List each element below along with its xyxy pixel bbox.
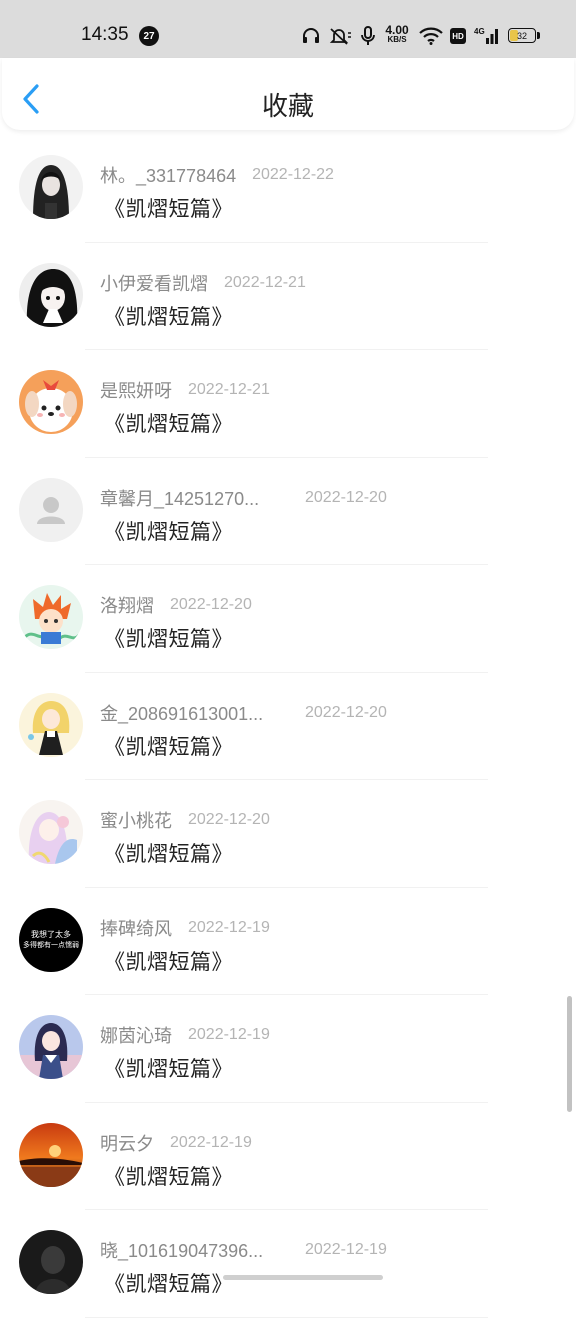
date: 2022-12-20 (305, 488, 387, 506)
item-meta: 金_208691613001... 2022-12-20 (100, 700, 387, 726)
content-title[interactable]: 《凯熠短篇》 (104, 301, 233, 331)
item-meta: 是熙妍呀 2022-12-21 (100, 377, 270, 403)
svg-text:4G: 4G (474, 27, 485, 36)
nav-bar: 收藏 (2, 58, 574, 130)
date: 2022-12-19 (170, 1133, 252, 1151)
avatar-sunset[interactable] (19, 1122, 83, 1187)
cellular-signal-icon: 4G (474, 26, 500, 46)
item-meta: 洛翔熠 2022-12-20 (100, 592, 252, 618)
user-name[interactable]: 章馨月_14251270... (100, 485, 289, 511)
date: 2022-12-20 (305, 703, 387, 721)
content-title[interactable]: 《凯熠短篇》 (104, 516, 233, 546)
avatar-anime-boy[interactable] (19, 585, 83, 649)
list-item[interactable]: 娜茵沁琦 2022-12-19 《凯熠短篇》 (0, 995, 576, 1103)
notification-count-badge: 27 (139, 26, 159, 46)
user-name[interactable]: 洛翔熠 (100, 592, 154, 618)
date: 2022-12-20 (188, 811, 270, 828)
list-item[interactable]: 晓_101619047396... 2022-12-19 《凯熠短篇》 (0, 1210, 576, 1318)
date: 2022-12-20 (170, 596, 252, 613)
item-meta: 蜜小桃花 2022-12-20 (100, 807, 270, 833)
content-title[interactable]: 《凯熠短篇》 (104, 193, 233, 223)
net-speed-value: 4.00 (385, 23, 409, 37)
list-item[interactable]: 我想了太多 多得都有一点懦弱 捧碑绮风 2022-12-19 《凯熠短篇》 (0, 888, 576, 996)
wifi-icon (419, 26, 443, 46)
avatar-girl-bw[interactable] (19, 155, 83, 219)
list-item[interactable]: 林。_331778464 2022-12-22 《凯熠短篇》 (0, 135, 576, 243)
list-item[interactable]: 金_208691613001... 2022-12-20 《凯熠短篇》 (0, 673, 576, 781)
item-meta: 晓_101619047396... 2022-12-19 (100, 1237, 387, 1263)
user-name[interactable]: 蜜小桃花 (100, 807, 172, 833)
content-title[interactable]: 《凯熠短篇》 (104, 946, 233, 976)
net-speed: 4.00 KB/S (382, 23, 412, 45)
avatar-text-line-1: 我想了太多 (31, 929, 71, 939)
microphone-icon (360, 26, 376, 46)
user-name[interactable]: 明云夕 (100, 1130, 154, 1156)
date: 2022-12-19 (305, 1241, 387, 1258)
avatar-dog-cartoon[interactable] (19, 370, 83, 434)
favorites-list: 林。_331778464 2022-12-22 《凯熠短篇》 小伊爱看凯熠 20… (0, 135, 576, 1318)
battery-level: 32 (516, 30, 527, 41)
content-title[interactable]: 《凯熠短篇》 (104, 731, 233, 761)
avatar-default-person[interactable] (19, 477, 83, 542)
user-name[interactable]: 金_208691613001... (100, 700, 289, 726)
status-time: 14:35 (81, 24, 129, 45)
hd-icon: HD (450, 28, 466, 44)
date: 2022-12-19 (188, 1026, 270, 1043)
item-meta: 林。_331778464 2022-12-22 (100, 162, 334, 188)
date: 2022-12-19 (188, 918, 270, 936)
list-item[interactable]: 明云夕 2022-12-19 《凯熠短篇》 (0, 1103, 576, 1211)
avatar-text-black[interactable]: 我想了太多 多得都有一点懦弱 (19, 907, 83, 972)
page-title: 收藏 (261, 92, 314, 122)
avatar-text-line-2: 多得都有一点懦弱 (23, 940, 79, 949)
avatar-anime-bw[interactable] (19, 262, 83, 327)
avatar-dark-photo[interactable] (19, 1230, 83, 1294)
user-name[interactable]: 捧碑绮风 (100, 915, 172, 941)
list-item[interactable]: 蜜小桃花 2022-12-20 《凯熠短篇》 (0, 780, 576, 888)
user-name[interactable]: 是熙妍呀 (100, 377, 172, 403)
avatar-anime-girl-yellow[interactable] (19, 692, 83, 757)
user-name[interactable]: 娜茵沁琦 (100, 1022, 172, 1048)
item-meta: 章馨月_14251270... 2022-12-20 (100, 485, 387, 511)
user-name[interactable]: 小伊爱看凯熠 (100, 270, 208, 296)
date: 2022-12-21 (224, 273, 306, 291)
content-title[interactable]: 《凯熠短篇》 (104, 1161, 233, 1191)
battery-icon: 32 (508, 28, 536, 43)
status-bar: 14:35 27 4.00 KB/S HD 4G 32 (0, 0, 576, 58)
content-title[interactable]: 《凯熠短篇》 (104, 408, 233, 438)
user-name[interactable]: 林。_331778464 (100, 162, 236, 188)
list-item[interactable]: 是熙妍呀 2022-12-21 《凯熠短篇》 (0, 350, 576, 458)
list-item[interactable]: 洛翔熠 2022-12-20 《凯熠短篇》 (0, 565, 576, 673)
user-name[interactable]: 晓_101619047396... (100, 1237, 289, 1263)
date: 2022-12-22 (252, 166, 334, 183)
battery-tip (537, 32, 540, 39)
list-item[interactable]: 小伊爱看凯熠 2022-12-21 《凯熠短篇》 (0, 243, 576, 351)
content-title[interactable]: 《凯熠短篇》 (104, 838, 233, 868)
list-item[interactable]: 章馨月_14251270... 2022-12-20 《凯熠短篇》 (0, 458, 576, 566)
avatar-anime-school[interactable] (19, 1015, 83, 1079)
scrollbar-thumb[interactable] (567, 996, 572, 1112)
content-title[interactable]: 《凯熠短篇》 (104, 623, 233, 653)
mute-bell-icon (328, 26, 352, 46)
headphones-icon (302, 26, 320, 46)
item-meta: 小伊爱看凯熠 2022-12-21 (100, 270, 306, 296)
date: 2022-12-21 (188, 381, 270, 398)
item-meta: 娜茵沁琦 2022-12-19 (100, 1022, 270, 1048)
content-title[interactable]: 《凯熠短篇》 (104, 1053, 233, 1083)
item-meta: 明云夕 2022-12-19 (100, 1130, 252, 1156)
home-indicator[interactable] (223, 1275, 383, 1280)
content-title[interactable]: 《凯熠短篇》 (104, 1268, 233, 1298)
item-meta: 捧碑绮风 2022-12-19 (100, 915, 270, 941)
avatar-anime-pastel[interactable] (19, 800, 83, 864)
